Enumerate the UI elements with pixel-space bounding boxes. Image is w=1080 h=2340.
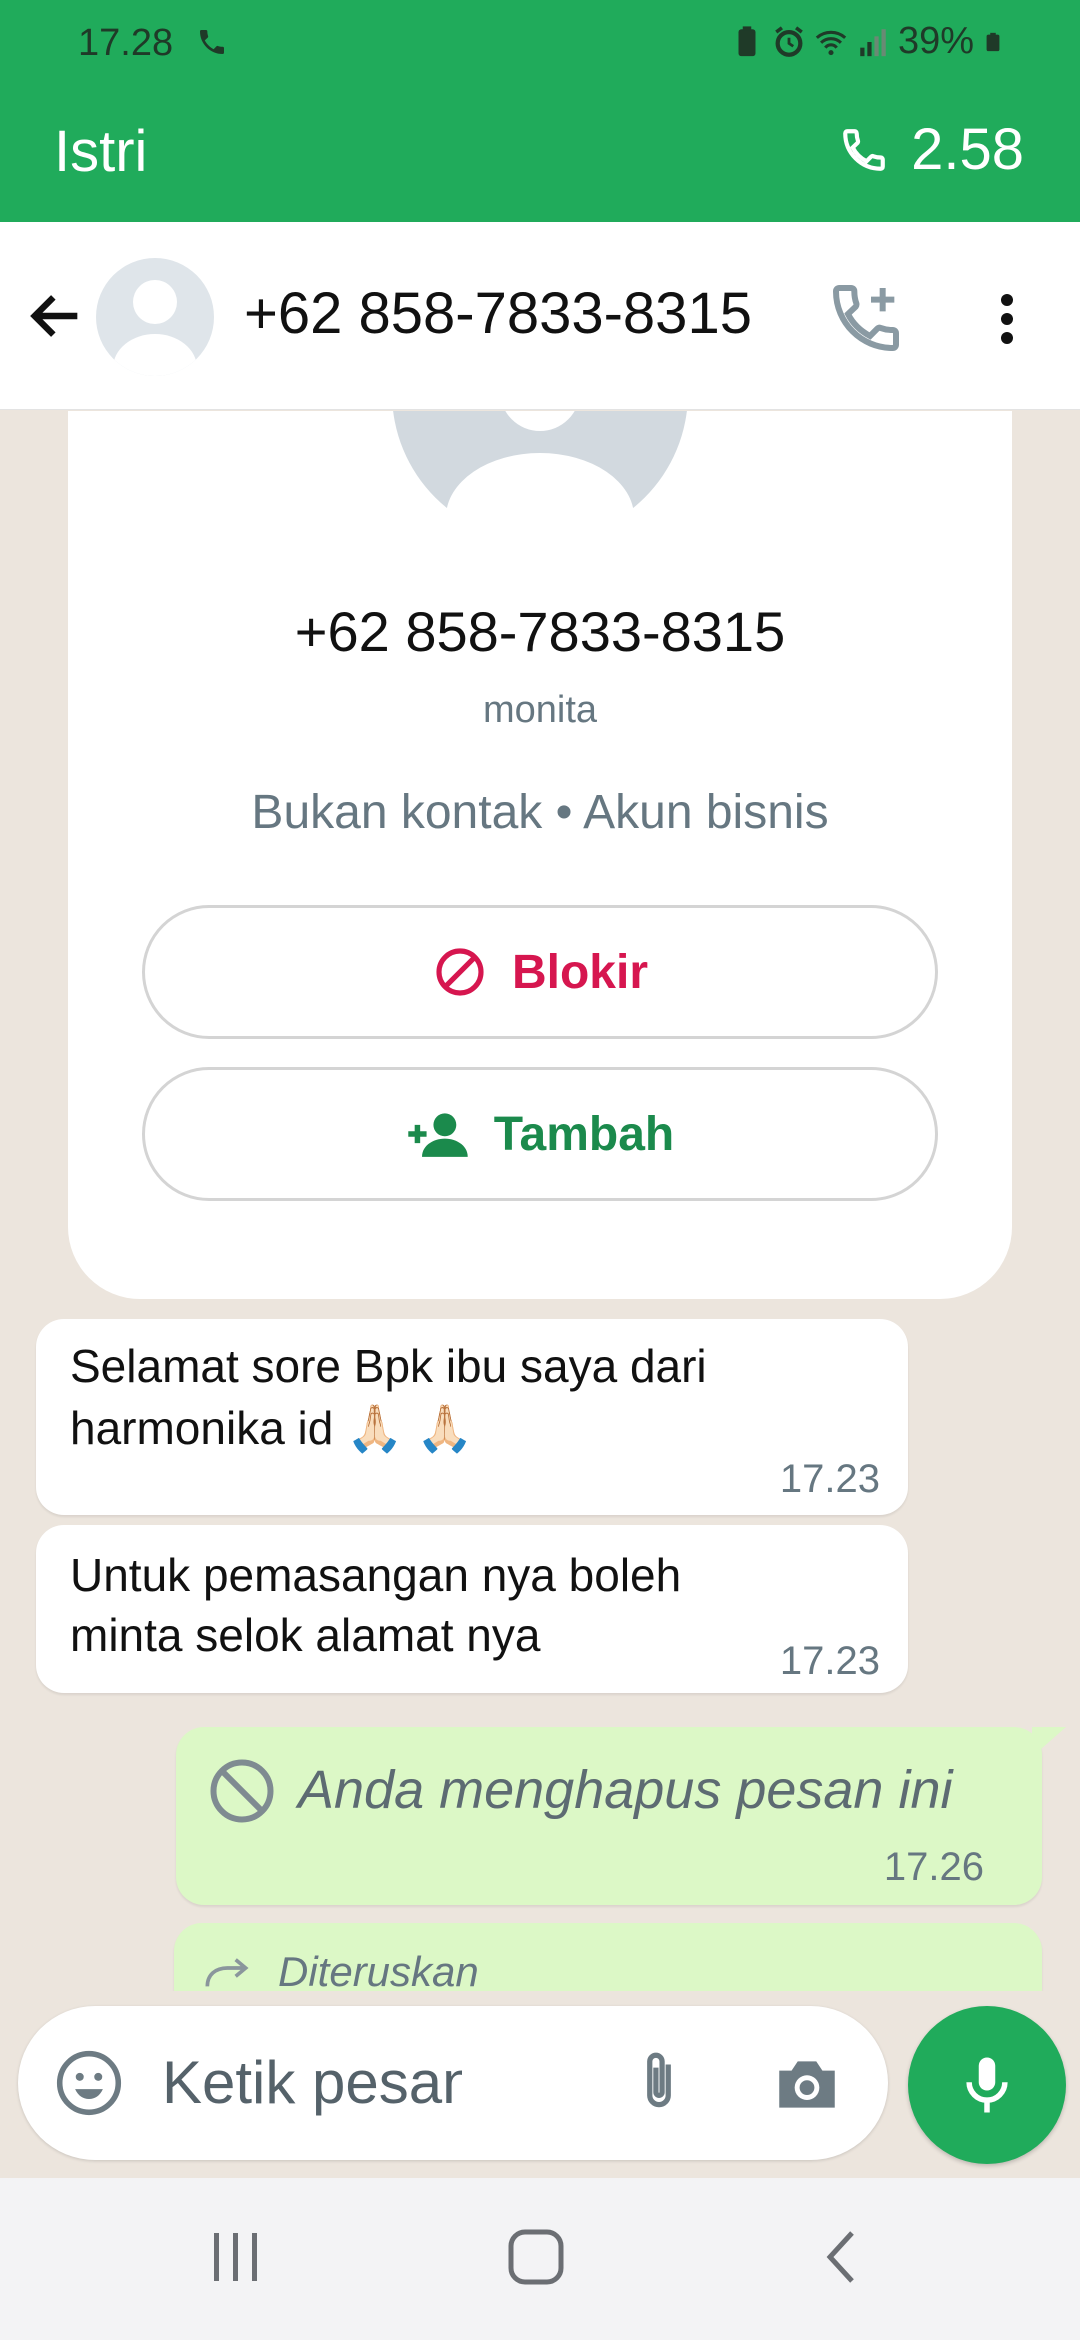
battery-saver-icon [738, 25, 756, 56]
alarm-icon [775, 25, 803, 57]
contact-info-card: +62 858-7833-8315 monita Bukan kontak • … [68, 411, 1012, 1299]
system-navigation-bar [0, 2178, 1080, 2340]
chat-header: +62 858-7833-8315 [0, 222, 1080, 410]
block-label: Blokir [511, 945, 649, 999]
status-time: 17.28 [78, 22, 174, 64]
emoji-button[interactable] [52, 2046, 126, 2120]
add-contact-button[interactable]: Tambah [142, 1067, 938, 1201]
signal-icon [860, 28, 886, 56]
call-duration: 2.58 [911, 117, 1024, 182]
ongoing-call-timer[interactable]: 2.58 [839, 116, 1024, 183]
phone-call-status-icon [200, 30, 224, 54]
status-icons: 39% [730, 20, 1004, 63]
back-button[interactable] [20, 280, 92, 352]
message-time: 17.23 [779, 1457, 880, 1501]
profile-push-name: monita [482, 689, 598, 731]
menu-dot [1001, 332, 1013, 344]
default-avatar-icon [393, 411, 687, 551]
emoji-icon [56, 2050, 122, 2116]
contact-avatar[interactable] [96, 258, 214, 376]
outgoing-forwarded-message[interactable]: Diteruskan [174, 1923, 1042, 1991]
nav-back-button[interactable] [800, 2222, 880, 2292]
outgoing-deleted-message[interactable]: Anda menghapus pesan ini 17.26 [176, 1727, 1066, 1905]
battery-percent: 39% [897, 20, 974, 62]
voice-message-button[interactable] [908, 2006, 1066, 2164]
deleted-message-icon [210, 1759, 274, 1823]
arrow-left-icon [30, 295, 78, 337]
battery-icon [986, 32, 1000, 51]
microphone-icon [966, 2057, 1008, 2113]
add-contact-label: Tambah [493, 1107, 675, 1161]
wifi-icon [815, 30, 847, 55]
message-time: 17.23 [779, 1639, 880, 1683]
menu-dot [1001, 313, 1013, 325]
incoming-message[interactable]: Untuk pemasangan nya boleh minta selok a… [36, 1525, 908, 1693]
camera-button[interactable] [770, 2046, 844, 2120]
add-person-icon [408, 1113, 468, 1157]
recent-apps-icon [214, 2233, 257, 2281]
default-avatar-icon [113, 280, 197, 376]
paperclip-icon [647, 2052, 671, 2108]
profile-phone-number: +62 858-7833-8315 [294, 600, 786, 663]
message-time: 17.26 [883, 1845, 984, 1889]
add-call-button[interactable] [826, 278, 906, 358]
camera-icon [779, 2061, 835, 2108]
recent-apps-button[interactable] [196, 2222, 276, 2292]
contact-title[interactable]: +62 858-7833-8315 [244, 280, 752, 347]
more-options-button[interactable] [982, 284, 1032, 354]
attach-button[interactable] [622, 2046, 696, 2120]
profile-avatar [392, 411, 688, 551]
ongoing-call-name[interactable]: Istri [54, 118, 147, 185]
message-composer [18, 2006, 888, 2160]
profile-contact-status: Bukan kontak • Akun bisnis [251, 786, 829, 839]
status-and-call-banner: 17.28 39% Istri 2.58 [0, 0, 1080, 222]
block-button[interactable]: Blokir [142, 905, 938, 1039]
chevron-left-icon [826, 2231, 854, 2283]
menu-dot [1001, 294, 1013, 306]
home-icon [508, 2229, 564, 2285]
forward-arrow-icon [205, 1958, 249, 1987]
chat-area[interactable]: +62 858-7833-8315 monita Bukan kontak • … [0, 411, 1080, 1991]
message-text: Selamat sore Bpk ibu saya dari harmonika… [70, 1340, 707, 1454]
home-button[interactable] [496, 2222, 576, 2292]
incoming-message[interactable]: Selamat sore Bpk ibu saya dari harmonika… [36, 1319, 908, 1515]
phone-icon [843, 128, 885, 171]
block-icon [436, 948, 484, 996]
add-call-icon [832, 285, 899, 352]
message-input[interactable] [162, 2044, 462, 2120]
message-text: Anda menghapus pesan ini [298, 1760, 953, 1820]
message-text: Untuk pemasangan nya boleh minta selok a… [70, 1549, 682, 1661]
forwarded-label: Diteruskan [278, 1948, 479, 1991]
bubble-tail [1032, 1727, 1066, 1757]
